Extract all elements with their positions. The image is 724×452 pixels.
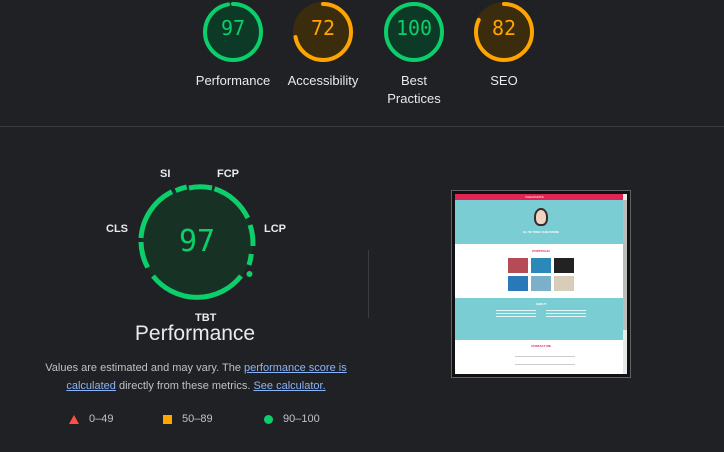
triangle-icon [69, 414, 79, 424]
vertical-divider [368, 250, 369, 318]
legend-range: 90–100 [283, 413, 320, 425]
legend-average: 50–89 [163, 413, 213, 425]
gauge-seo[interactable]: 82 SEO [454, 0, 554, 90]
portfolio-tile [531, 276, 551, 291]
performance-title: Performance [134, 322, 256, 345]
gauge-label: Best Practices [387, 73, 441, 106]
avatar [534, 208, 548, 226]
gauge-accessibility[interactable]: 72 Accessibility [273, 0, 373, 90]
metric-fcp: FCP [217, 168, 239, 180]
gauge-label: Performance [195, 73, 271, 88]
legend-pass: 90–100 [264, 413, 320, 425]
thumb-contact-title: CONTACT ME [531, 344, 551, 348]
gauge-performance[interactable]: 97 Performance [183, 0, 283, 90]
thumb-about-text [496, 310, 586, 319]
gauge-label: SEO [490, 73, 518, 88]
portfolio-tile [531, 258, 551, 273]
score-description: Values are estimated and may vary. The p… [40, 359, 352, 395]
thumb-form-field [515, 356, 575, 357]
gauge-end-dot [246, 271, 253, 277]
portfolio-tile [508, 276, 528, 291]
see-calculator-link[interactable]: See calculator. [253, 380, 325, 392]
portfolio-tile [554, 276, 574, 291]
thumb-hero-text: HI, I'M TREE CHECKSIDE [522, 230, 560, 234]
thumb-portfolio-grid [455, 258, 627, 291]
screenshot-page: CHECKMATE HI, I'M TREE CHECKSIDE PORTFOL… [455, 194, 627, 374]
legend-range: 0–49 [89, 413, 114, 425]
portfolio-tile [554, 258, 574, 273]
metric-si: SI [160, 168, 171, 180]
description-prefix: Values are estimated and may vary. The [45, 362, 244, 374]
section-divider [0, 126, 724, 127]
performance-score: 97 [178, 224, 216, 259]
lighthouse-report: 97 Performance 72 Accessibility 100 Best… [0, 0, 724, 452]
legend-range: 50–89 [182, 413, 213, 425]
description-middle: directly from these metrics. [115, 380, 254, 392]
thumb-portfolio-title: PORTFOLIO [532, 249, 550, 253]
gauge-label: Accessibility [287, 73, 359, 88]
square-icon [163, 414, 172, 424]
final-screenshot[interactable]: CHECKMATE HI, I'M TREE CHECKSIDE PORTFOL… [451, 190, 631, 378]
circle-icon [264, 414, 273, 424]
gauge-score: 100 [395, 16, 433, 40]
thumb-form-field [515, 364, 575, 365]
thumb-scrollbar [623, 194, 627, 374]
gauge-score: 97 [220, 16, 246, 40]
gauge-score: 82 [491, 16, 517, 40]
legend-fail: 0–49 [69, 413, 113, 425]
portfolio-tile [508, 258, 528, 273]
gauge-score: 72 [310, 16, 336, 40]
thumb-hero: HI, I'M TREE CHECKSIDE [455, 200, 627, 244]
performance-gauge: SI FCP LCP TBT CLS 97 [106, 160, 286, 330]
thumb-about-title: ABOUT [535, 302, 547, 306]
metric-arc-fcp [188, 184, 213, 191]
thumb-about: ABOUT [455, 298, 627, 340]
gauge-best-practices[interactable]: 100 Best Practices [364, 0, 464, 108]
